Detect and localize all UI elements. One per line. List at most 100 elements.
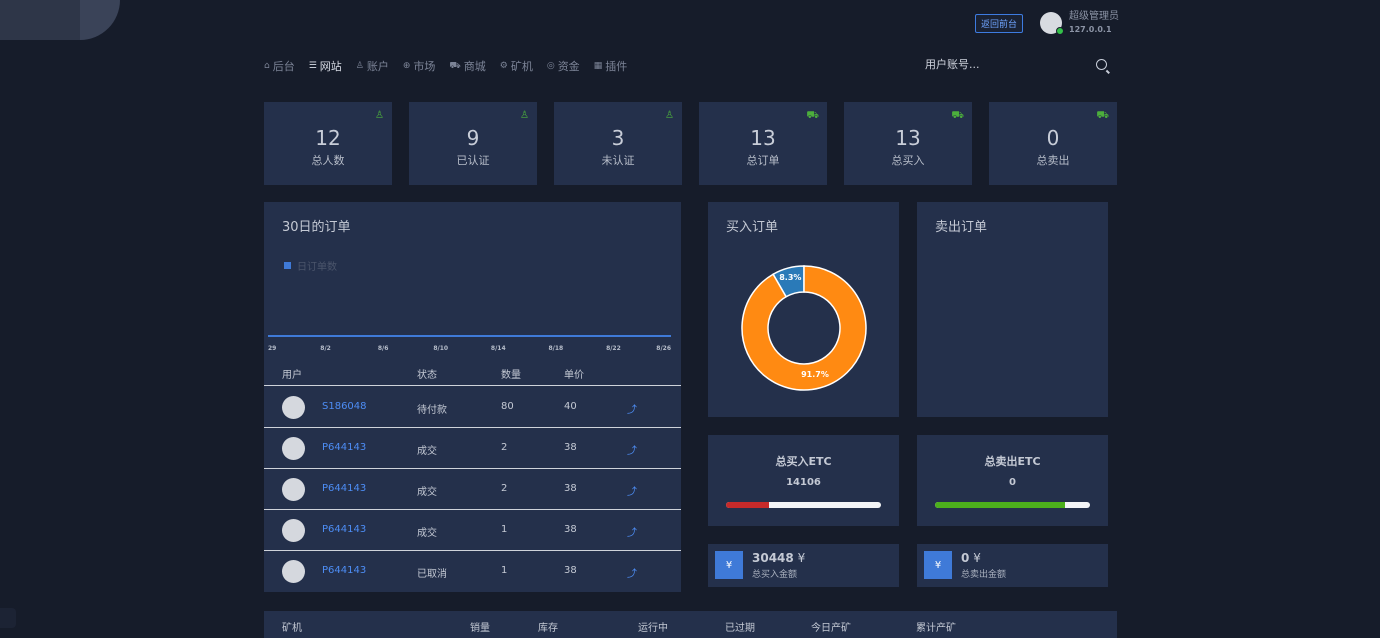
stat-card-total-users[interactable]: ♙ 12 总人数: [264, 102, 392, 185]
stat-value: 12: [315, 126, 341, 150]
share-icon[interactable]: ⤴: [627, 565, 637, 580]
share-icon[interactable]: ⤴: [627, 483, 637, 498]
user-icon: ♙: [665, 110, 674, 121]
amount-label: 总卖出金额: [961, 570, 1007, 580]
order-user-link[interactable]: S186048: [322, 401, 367, 412]
amount-unit: ¥: [797, 551, 806, 565]
chart-legend[interactable]: 日订单数: [284, 258, 337, 273]
header-price: 单价: [564, 370, 584, 381]
sell-orders-panel: 卖出订单: [917, 202, 1108, 417]
header-sales: 销量: [470, 623, 490, 634]
order-price: 38: [564, 483, 577, 494]
orders-table-header: 用户 状态 数量 单价: [264, 364, 681, 386]
header-running: 运行中: [638, 623, 668, 634]
stat-card-total-orders[interactable]: ⛟ 13 总订单: [699, 102, 827, 185]
nav-item-funds[interactable]: ◎ 资金: [547, 58, 580, 74]
order-qty: 1: [501, 565, 508, 576]
legend-swatch: [284, 262, 291, 269]
header-today-output: 今日产矿: [811, 623, 851, 634]
nav-label: 矿机: [510, 60, 533, 73]
online-status-dot: [1056, 27, 1065, 35]
header-stock: 库存: [538, 623, 558, 634]
search-input[interactable]: [925, 58, 1085, 71]
cog-icon: ⚙: [499, 61, 508, 71]
nav-item-miner[interactable]: ⚙ 矿机: [500, 58, 533, 74]
stat-label: 总卖出: [1036, 154, 1070, 167]
panel-title: 30日的订单: [282, 220, 351, 235]
amount-value: 30448 ¥: [752, 551, 805, 565]
header-total-output: 累计产矿: [916, 623, 956, 634]
user-icon: ♙: [520, 110, 529, 121]
card-value: 0: [1009, 477, 1016, 488]
share-icon[interactable]: ⤴: [627, 442, 637, 457]
card-value: 14106: [786, 477, 821, 488]
x-tick-label: 29: [268, 345, 276, 352]
avatar: [282, 437, 305, 460]
order-status: 已取消: [417, 569, 447, 580]
order-status: 成交: [417, 487, 437, 498]
x-tick-label: 8/2: [320, 345, 331, 352]
nav-label: 商城: [463, 60, 486, 73]
nav-label: 网站: [319, 60, 342, 73]
progress-fill: [935, 502, 1066, 508]
share-icon[interactable]: ⤴: [627, 401, 637, 416]
progress-fill: [726, 502, 770, 508]
total-buy-etc-card: 总买入ETC 14106: [708, 435, 899, 526]
nav-item-backend[interactable]: ⌂ 后台: [264, 58, 295, 74]
nav-label: 后台: [272, 60, 295, 73]
nav-item-market[interactable]: ⊕ 市场: [403, 58, 436, 74]
nav-item-plugins[interactable]: ▦ 插件: [594, 58, 628, 74]
yuan-icon: ¥: [715, 551, 743, 579]
user-avatar[interactable]: [1040, 12, 1065, 35]
x-tick-label: 8/6: [378, 345, 389, 352]
cart-icon: ⛟: [951, 110, 964, 121]
stat-label: 总订单: [746, 154, 780, 167]
cart-icon: ⛟: [1096, 110, 1109, 121]
order-qty: 1: [501, 524, 508, 535]
nav-item-mall[interactable]: ⛟ 商城: [449, 58, 485, 74]
return-frontend-button[interactable]: 返回前台: [975, 13, 1024, 33]
table-row: P644143 成交 2 38 ⤴: [264, 469, 681, 510]
header-expired: 已过期: [725, 623, 755, 634]
amount-unit: ¥: [973, 551, 981, 565]
x-tick-label: 8/26: [656, 345, 671, 352]
nav-item-website[interactable]: ☰ 网站: [309, 58, 342, 74]
stat-card-verified[interactable]: ♙ 9 已认证: [409, 102, 537, 185]
orders-panel: 30日的订单 日订单数 29 8/2 8/6 8/10 8/14 8/18 8/22 8/26…: [264, 202, 681, 592]
total-sell-etc-card: 总卖出ETC 0: [917, 435, 1108, 526]
stat-label: 总人数: [311, 154, 345, 167]
total-buy-amount-card: ¥ 30448 ¥ 总买入金额: [708, 544, 899, 587]
stat-label: 未认证: [601, 154, 635, 167]
table-row: P644143 已取消 1 38 ⤴: [264, 551, 681, 592]
donut-chart: 8.3% 91.7%: [741, 265, 867, 391]
search-icon[interactable]: [1096, 59, 1107, 70]
stat-card-total-buy[interactable]: ⛟ 13 总买入: [844, 102, 972, 185]
share-icon[interactable]: ⤴: [627, 524, 637, 539]
buy-orders-panel: 买入订单 8.3% 91.7%: [708, 202, 899, 417]
amount-value: 0 ¥: [961, 551, 981, 565]
progress-bar: [935, 502, 1090, 508]
stat-value: 3: [611, 126, 625, 150]
coin-icon: ◎: [546, 61, 555, 71]
logo: [0, 0, 120, 40]
order-qty: 2: [501, 442, 508, 453]
user-info[interactable]: 超级管理员 127.0.0.1: [1069, 10, 1119, 36]
order-status: 成交: [417, 446, 437, 457]
order-user-link[interactable]: P644143: [322, 524, 366, 535]
side-toggle[interactable]: [0, 608, 16, 628]
stat-card-unverified[interactable]: ♙ 3 未认证: [554, 102, 682, 185]
table-row: P644143 成交 1 38 ⤴: [264, 510, 681, 551]
yuan-icon: ¥: [924, 551, 952, 579]
panel-title: 卖出订单: [935, 220, 988, 235]
order-price: 38: [564, 565, 577, 576]
order-user-link[interactable]: P644143: [322, 483, 366, 494]
user-name: 超级管理员: [1069, 11, 1120, 22]
order-user-link[interactable]: P644143: [322, 442, 366, 453]
plugin-icon: ▦: [593, 61, 603, 71]
stat-card-total-sell[interactable]: ⛟ 0 总卖出: [989, 102, 1117, 185]
table-row: P644143 成交 2 38 ⤴: [264, 428, 681, 469]
stat-value: 0: [1046, 126, 1060, 150]
nav-item-account[interactable]: ♙ 账户: [356, 58, 389, 74]
globe-icon: ⊕: [402, 61, 411, 71]
order-user-link[interactable]: P644143: [322, 565, 366, 576]
